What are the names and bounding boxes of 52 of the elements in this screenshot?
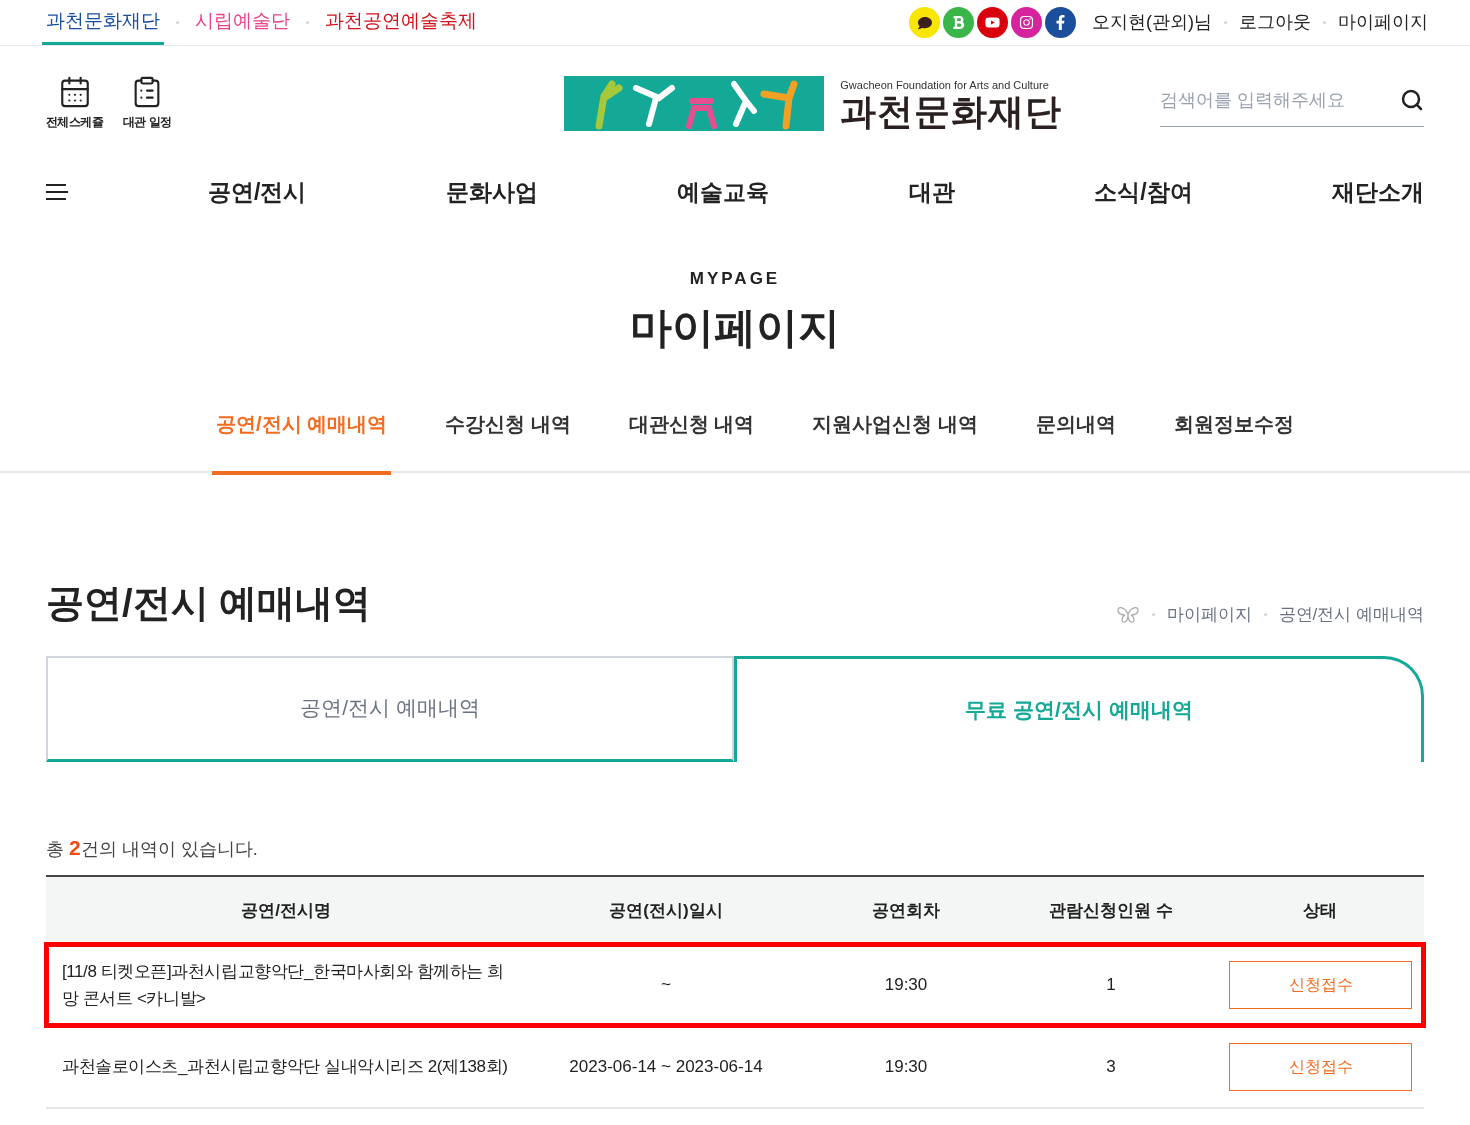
search-icon[interactable] — [1400, 88, 1424, 112]
table-cell: [11/8 티켓오픈]과천시립교향악단_한국마사회와 함께하는 희망 콘서트 <카니발> — [46, 944, 526, 1026]
nav-link[interactable]: 재단소개 — [1331, 174, 1424, 210]
table-cell: 2023-06-14 ~ 2023-06-14 — [526, 1026, 806, 1108]
section-title: 공연/전시 예매내역 — [46, 580, 372, 626]
menu-icon[interactable] — [46, 183, 68, 201]
column-header: 상태 — [1216, 876, 1424, 944]
breadcrumb-link[interactable]: 공연/전시 예매내역 — [1278, 602, 1424, 628]
column-header: 공연(전시)일시 — [526, 876, 806, 944]
user-link[interactable]: 로그아웃 — [1239, 9, 1311, 36]
sub-tab[interactable]: 공연/전시 예매내역 — [46, 655, 734, 762]
table-cell: 3 — [1006, 1026, 1216, 1108]
breadcrumb-link[interactable]: 마이페이지 — [1166, 602, 1252, 628]
site-link[interactable]: 과천공연예술축제 — [321, 0, 481, 45]
social-link[interactable] — [909, 7, 940, 38]
quick-link[interactable]: 전체스케쥴 — [46, 75, 103, 131]
play-button-icon — [985, 15, 1000, 30]
logo-name: 과천문화재단 — [840, 93, 1062, 130]
result-count: 총 2건의 내역이 있습니다. — [46, 834, 259, 861]
nav-link[interactable]: 소식/참여 — [1094, 174, 1193, 210]
quick-link[interactable]: 대관 일정 — [123, 75, 172, 131]
nav-link[interactable]: 대관 — [908, 174, 955, 210]
table-cell: 1 — [1006, 944, 1216, 1026]
site-link[interactable]: 시립예술단 — [191, 0, 294, 45]
mypage-tab[interactable]: 수강신청 내역 — [441, 404, 575, 475]
chat-bubble-icon — [917, 15, 932, 30]
letter-f-icon — [1053, 15, 1068, 30]
table-cell: ~ — [526, 944, 806, 1026]
social-link[interactable] — [1045, 7, 1076, 38]
user-link[interactable]: 오지현(관외)님 — [1092, 9, 1212, 36]
nav-link[interactable]: 공연/전시 — [208, 174, 307, 210]
butterfly-icon — [1115, 605, 1140, 624]
nav-link[interactable]: 예술교육 — [677, 174, 770, 210]
mypage-tab[interactable]: 대관신청 내역 — [624, 404, 759, 475]
page-eyebrow: MYPAGE — [689, 268, 781, 290]
column-header: 공연회차 — [806, 876, 1006, 944]
site-link[interactable]: 과천문화재단 — [42, 0, 164, 45]
search-field[interactable]: 검색어를 입력해주세요 — [1160, 79, 1424, 127]
nav-link[interactable]: 문화사업 — [445, 174, 538, 210]
camera-icon — [1019, 15, 1034, 30]
column-header: 공연/전시명 — [46, 876, 526, 944]
table-cell: 19:30 — [806, 1026, 1006, 1108]
column-header: 관람신청인원 수 — [1006, 876, 1216, 944]
table-cell: 과천솔로이스츠_과천시립교향악단 실내악시리즈 2(제138회) — [46, 1026, 526, 1108]
table-cell: 19:30 — [806, 944, 1006, 1026]
mypage-tab[interactable]: 문의내역 — [1031, 404, 1120, 475]
page-title: 마이페이지 — [630, 302, 840, 353]
mypage-tab[interactable]: 회원정보수정 — [1169, 404, 1298, 475]
mypage-tab[interactable]: 지원사업신청 내역 — [808, 404, 982, 475]
logo-subtitle: Gwacheon Foundation for Arts and Culture — [840, 77, 1050, 93]
letter-b-icon — [951, 15, 966, 30]
user-link[interactable]: 마이페이지 — [1338, 9, 1428, 36]
